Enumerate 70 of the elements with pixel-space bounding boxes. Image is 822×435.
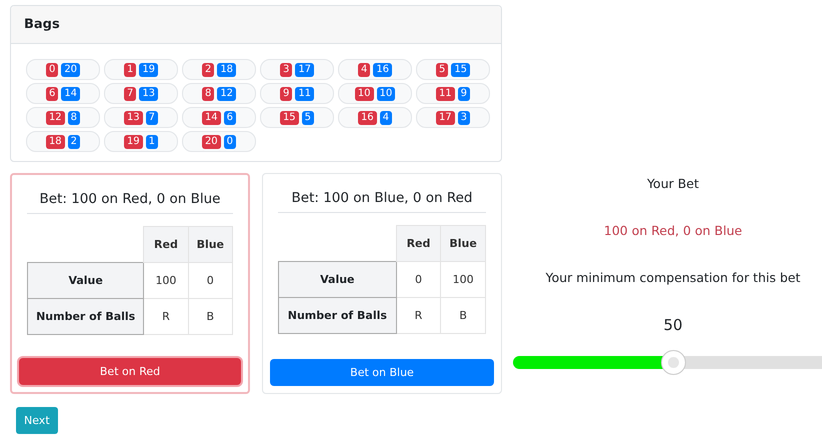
- ball-count-badge: 10: [376, 86, 396, 100]
- ball-count-badge: 5: [302, 110, 314, 124]
- ball-count-badge: 0: [46, 62, 58, 76]
- ball-count-badge: 8: [68, 110, 80, 124]
- bet-button[interactable]: Bet on Blue: [270, 359, 494, 386]
- compensation-prompt: Your minimum compensation for this bet: [546, 270, 800, 285]
- bet-button[interactable]: Bet on Red: [19, 358, 241, 385]
- table-cell: 0: [188, 262, 232, 298]
- ball-count-badge: 18: [217, 62, 236, 76]
- ball-count-badge: 12: [46, 110, 65, 124]
- ball-count-badge: 11: [295, 86, 314, 100]
- ball-count-badge: 9: [458, 86, 470, 100]
- table-cell: 0: [396, 262, 441, 298]
- ball-count-badge: 1: [146, 134, 158, 148]
- row-header: Number of Balls: [278, 298, 396, 334]
- ball-count-badge: 13: [124, 110, 143, 124]
- table-cell: 100: [144, 262, 188, 298]
- ball-count-badge: 17: [295, 62, 314, 76]
- your-bet-heading: Your Bet: [647, 176, 699, 191]
- column-header: Red: [144, 226, 188, 262]
- column-header: Blue: [440, 226, 486, 262]
- table-cell: B: [188, 298, 232, 334]
- ball-count-badge: 17: [436, 110, 455, 124]
- ball-count-badge: 20: [202, 134, 221, 148]
- ball-count-badge: 1: [124, 62, 136, 76]
- ball-count-badge: 3: [280, 62, 292, 76]
- ball-count-badge: 4: [380, 110, 392, 124]
- bet-summary: 100 on Red, 0 on Blue: [604, 223, 742, 238]
- card-title: Bet: 100 on Blue, 0 on Red: [278, 182, 486, 213]
- ball-count-badge: 7: [124, 86, 136, 100]
- slider-thumb[interactable]: [661, 350, 686, 375]
- row-header: Value: [28, 262, 144, 298]
- ball-count-badge: 13: [139, 86, 158, 100]
- table-cell: R: [396, 298, 441, 334]
- compensation-slider[interactable]: [513, 350, 822, 375]
- ball-count-badge: 14: [202, 110, 221, 124]
- ball-count-badge: 16: [358, 110, 377, 124]
- ball-count-badge: 18: [46, 134, 65, 148]
- ball-count-badge: 11: [436, 86, 455, 100]
- ball-count-badge: 19: [139, 62, 158, 76]
- row-header: Value: [278, 262, 396, 298]
- ball-count-badge: 16: [373, 62, 392, 76]
- table-cell: 100: [440, 262, 486, 298]
- ball-count-badge: 14: [61, 86, 80, 100]
- ball-count-badge: 15: [280, 110, 299, 124]
- ball-count-badge: 12: [217, 86, 236, 100]
- column-header: Red: [396, 226, 441, 262]
- next-button[interactable]: Next: [16, 407, 58, 434]
- ball-count-badge: 8: [202, 86, 214, 100]
- ball-count-badge: 9: [280, 86, 292, 100]
- ball-count-badge: 15: [451, 62, 470, 76]
- panel-title: Bags: [11, 6, 501, 44]
- ball-count-badge: 5: [436, 62, 448, 76]
- ball-count-badge: 20: [61, 62, 80, 76]
- table-cell: B: [440, 298, 486, 334]
- table-cell: R: [144, 298, 188, 334]
- ball-count-badge: 4: [358, 62, 370, 76]
- ball-count-badge: 2: [68, 134, 80, 148]
- ball-count-badge: 0: [224, 134, 236, 148]
- ball-count-badge: 3: [458, 110, 470, 124]
- ball-count-badge: 19: [124, 134, 143, 148]
- slider-value: 50: [663, 316, 683, 334]
- card-title: Bet: 100 on Red, 0 on Blue: [27, 183, 233, 214]
- row-header: Number of Balls: [28, 298, 144, 334]
- ball-count-badge: 10: [354, 86, 374, 100]
- ball-count-badge: 6: [46, 86, 58, 100]
- ball-count-badge: 6: [224, 110, 236, 124]
- ball-count-badge: 2: [202, 62, 214, 76]
- column-header: Blue: [188, 226, 232, 262]
- ball-count-badge: 7: [146, 110, 158, 124]
